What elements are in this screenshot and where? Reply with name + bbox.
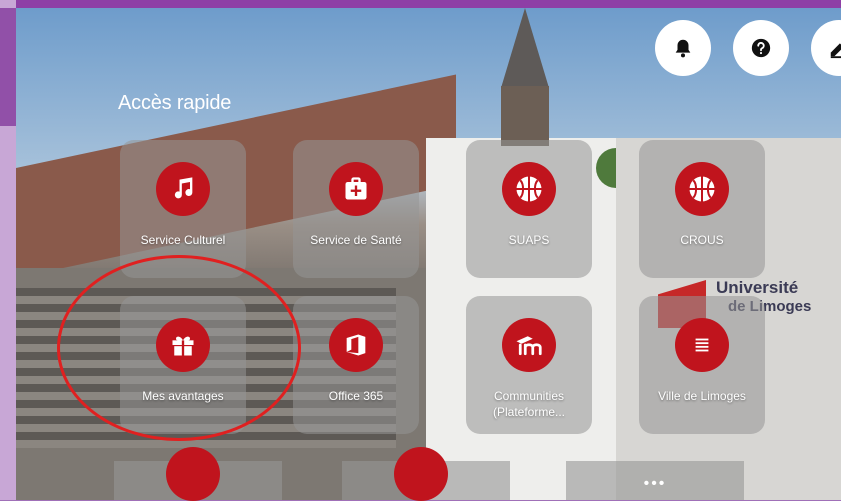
help-button[interactable] — [733, 20, 789, 76]
medical-kit-icon — [345, 177, 367, 200]
tile-badge — [675, 318, 729, 372]
tile-partial[interactable] — [114, 447, 282, 501]
office-icon — [346, 334, 366, 356]
window-left-accent — [0, 8, 16, 126]
tile-label: CROUS — [680, 233, 724, 247]
tile-partial[interactable] — [342, 447, 510, 501]
tile-badge — [502, 318, 556, 372]
tile-office-365[interactable]: Office 365 — [293, 296, 419, 434]
highlight-annotation — [57, 255, 301, 441]
tile-badge — [156, 162, 210, 216]
tile-badge — [329, 162, 383, 216]
tile-ville-de-limoges[interactable]: Ville de Limoges — [639, 296, 765, 434]
notifications-button[interactable] — [655, 20, 711, 76]
belfry — [501, 86, 549, 146]
bell-icon — [675, 39, 691, 58]
more-dots-icon: ••• — [643, 475, 667, 492]
more-tiles-button[interactable]: ••• — [566, 461, 744, 500]
spire — [501, 8, 549, 88]
tile-label: Ville de Limoges — [658, 389, 746, 403]
tile-suaps[interactable]: SUAPS — [466, 140, 592, 278]
quick-access-title: Accès rapide — [118, 92, 232, 114]
tile-badge — [329, 318, 383, 372]
basketball-icon — [689, 176, 715, 202]
window-top-border — [0, 0, 841, 8]
tile-label: Communities (Plateforme... — [492, 389, 566, 419]
tile-crous[interactable]: CROUS — [639, 140, 765, 278]
tile-badge — [394, 447, 448, 501]
tile-communities[interactable]: Communities (Plateforme... — [466, 296, 592, 434]
tile-badge — [166, 447, 220, 501]
tile-badge — [502, 162, 556, 216]
tile-label: Office 365 — [328, 389, 384, 403]
question-icon — [751, 38, 771, 58]
tile-label: Service Culturel — [140, 233, 226, 247]
university-logo-line1: Université — [716, 278, 799, 297]
pencil-icon — [830, 43, 841, 59]
list-icon — [695, 338, 709, 352]
tile-label: SUAPS — [508, 233, 550, 247]
tile-service-de-sante[interactable]: Service de Santé — [293, 140, 419, 278]
moodle-icon — [516, 336, 542, 356]
tile-badge — [675, 162, 729, 216]
basketball-icon — [516, 176, 542, 202]
tile-label: Service de Santé — [310, 233, 402, 247]
music-note-icon — [174, 177, 193, 199]
